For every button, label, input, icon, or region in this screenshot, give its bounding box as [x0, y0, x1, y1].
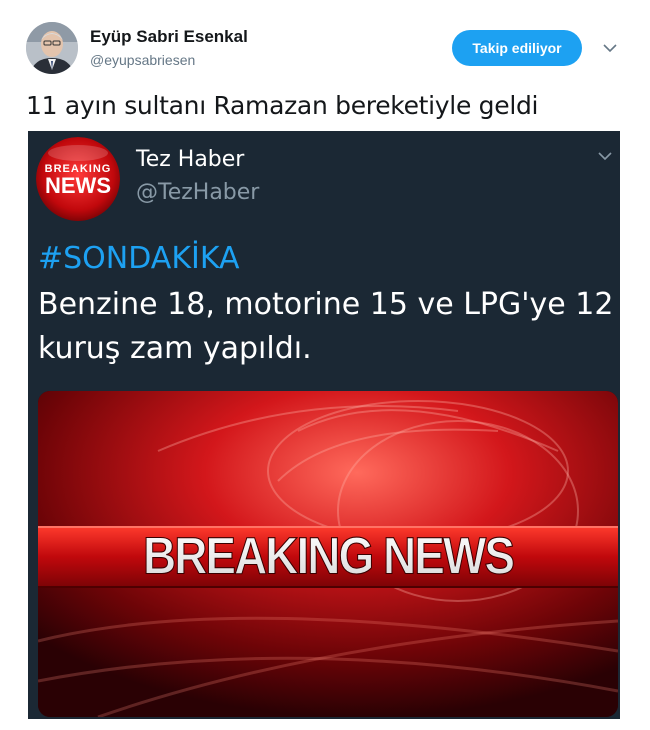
tweet-header: Eyüp Sabri Esenkal @eyupsabriesen Takip … — [26, 22, 626, 78]
tez-haber-avatar: BREAKING NEWS — [36, 137, 120, 221]
chevron-down-icon — [594, 145, 616, 167]
embedded-author-handle: @TezHaber — [136, 180, 260, 205]
author-name[interactable]: Eyüp Sabri Esenkal — [90, 27, 248, 47]
author-handle[interactable]: @eyupsabriesen — [90, 52, 195, 68]
chevron-down-icon[interactable] — [598, 36, 622, 60]
embedded-hashtag: #SONDAKİKA — [38, 241, 240, 276]
following-button[interactable]: Takip ediliyor — [452, 30, 582, 66]
image-caption: BREAKING NEWS — [143, 528, 514, 585]
tweet-text: 11 ayın sultanı Ramazan bereketiyle geld… — [26, 91, 539, 120]
logo-text-bottom: NEWS — [45, 173, 111, 198]
avatar[interactable] — [26, 22, 78, 74]
breaking-news-image: BREAKING NEWS — [38, 391, 618, 717]
embedded-author-name: Tez Haber — [136, 147, 245, 172]
embedded-tweet-image[interactable]: BREAKING NEWS Tez Haber @TezHaber #SONDA… — [28, 131, 620, 719]
embedded-body-text: Benzine 18, motorine 15 ve LPG'ye 12 kur… — [38, 287, 614, 366]
